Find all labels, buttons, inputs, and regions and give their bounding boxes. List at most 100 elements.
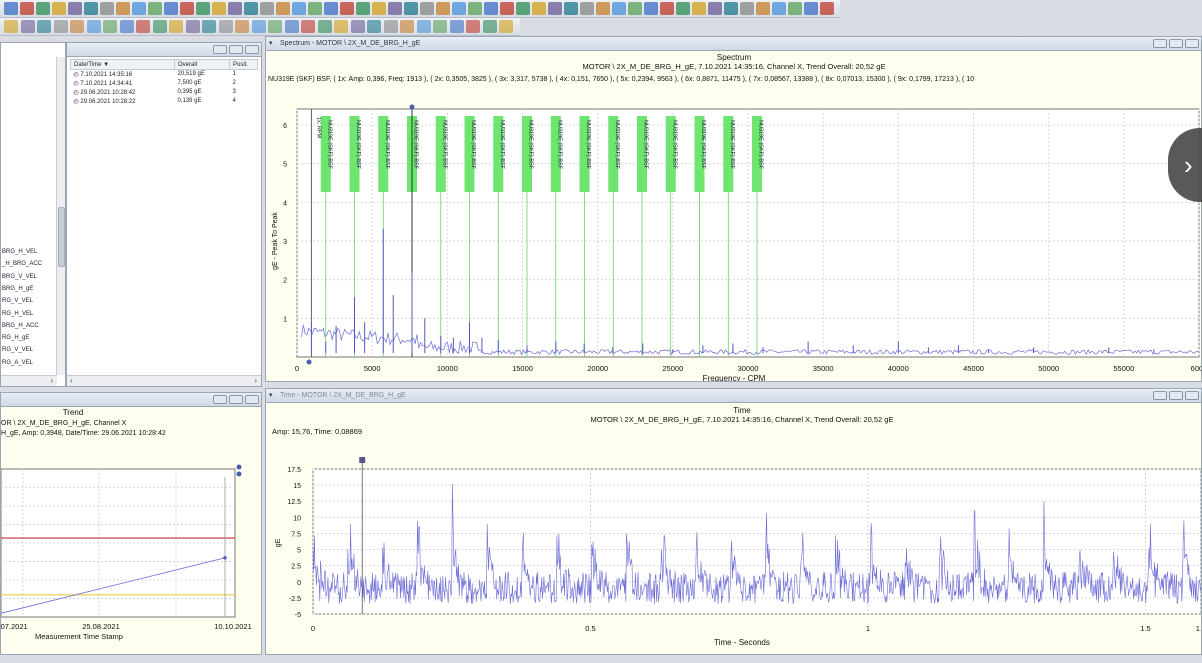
tree-node-item[interactable]: _H_BRG_ACC — [2, 261, 42, 267]
toolbar-tool-icon[interactable] — [152, 20, 167, 33]
toolbar-tool-icon[interactable] — [724, 2, 738, 15]
toolbar-tool-icon[interactable] — [367, 20, 381, 33]
toolbar-tool-icon[interactable] — [356, 2, 370, 15]
toolbar-tool-icon[interactable] — [772, 2, 786, 15]
toolbar-tool-icon[interactable] — [466, 20, 480, 33]
toolbar-tool-icon[interactable] — [260, 2, 274, 15]
toolbar-tool-icon[interactable] — [68, 2, 82, 15]
toolbar-tool-icon[interactable] — [644, 2, 658, 15]
toolbar-tool-icon[interactable] — [185, 20, 200, 33]
toolbar-tool-icon[interactable] — [86, 20, 101, 33]
toolbar-tool-icon[interactable] — [251, 20, 266, 33]
toolbar-tool-icon[interactable] — [84, 2, 98, 15]
minimize-button[interactable] — [213, 395, 227, 404]
toolbar-tool-icon[interactable] — [383, 20, 398, 33]
toolbar-tool-icon[interactable] — [196, 2, 210, 15]
toolbar-tool-icon[interactable] — [218, 20, 233, 33]
toolbar-tool-icon[interactable] — [548, 2, 562, 15]
toolbar-tool-icon[interactable] — [740, 2, 754, 15]
toolbar-tool-icon[interactable] — [433, 20, 447, 33]
toolbar-tool-icon[interactable] — [301, 20, 315, 33]
toolbar-tool-icon[interactable] — [334, 20, 348, 33]
toolbar-tool-icon[interactable] — [103, 20, 117, 33]
column-header-position[interactable]: Posit. — [229, 59, 258, 70]
toolbar-tool-icon[interactable] — [324, 2, 338, 15]
toolbar-tool-icon[interactable] — [400, 20, 414, 33]
toolbar-tool-icon[interactable] — [756, 2, 770, 15]
toolbar-tool-icon[interactable] — [388, 2, 402, 15]
maximize-button[interactable] — [229, 395, 243, 404]
toolbar-tool-icon[interactable] — [564, 2, 578, 15]
toolbar-tool-icon[interactable] — [268, 20, 282, 33]
toolbar-tool-icon[interactable] — [53, 20, 68, 33]
toolbar-tool-icon[interactable] — [169, 20, 183, 33]
table-row[interactable]: ◴ 29.06.2021 10:28:42 0,395 gE 3 — [71, 88, 258, 97]
toolbar-tool-icon[interactable] — [228, 2, 242, 15]
toolbar-tool-icon[interactable] — [4, 2, 18, 15]
toolbar-tool-icon[interactable] — [612, 2, 626, 15]
toolbar-tool-icon[interactable] — [132, 2, 146, 15]
close-button[interactable] — [245, 395, 259, 404]
toolbar-tool-icon[interactable] — [804, 2, 818, 15]
toolbar-tool-icon[interactable] — [676, 2, 690, 15]
tree-node-item[interactable]: BRG_V_VEL — [2, 274, 37, 280]
toolbar-tool-icon[interactable] — [20, 2, 34, 15]
toolbar-tool-icon[interactable] — [499, 20, 513, 33]
toolbar-tool-icon[interactable] — [202, 20, 216, 33]
toolbar-tool-icon[interactable] — [449, 20, 464, 33]
toolbar-tool-icon[interactable] — [212, 2, 226, 15]
toolbar-tool-icon[interactable] — [452, 2, 466, 15]
tree-scroll-thumb[interactable] — [58, 207, 65, 267]
toolbar-tool-icon[interactable] — [284, 20, 299, 33]
toolbar-tool-icon[interactable] — [484, 2, 498, 15]
toolbar-tool-icon[interactable] — [482, 20, 497, 33]
tree-node-item[interactable]: RG_V_VEL — [2, 347, 33, 353]
maximize-button[interactable] — [1169, 39, 1183, 48]
scroll-right-icon[interactable]: › — [50, 376, 53, 385]
tree-horizontal-scrollbar[interactable]: › — [1, 375, 57, 386]
toolbar-tool-icon[interactable] — [20, 20, 35, 33]
toolbar-tool-icon[interactable] — [52, 2, 66, 15]
minimize-button[interactable] — [1153, 39, 1167, 48]
toolbar-tool-icon[interactable] — [372, 2, 386, 15]
toolbar-tool-icon[interactable] — [820, 2, 834, 15]
tree-node-item[interactable]: BRG_H_VEL — [2, 249, 37, 255]
tree-node-item[interactable]: RG_A_VEL — [2, 360, 33, 366]
toolbar-tool-icon[interactable] — [420, 2, 434, 15]
toolbar-tool-icon[interactable] — [628, 2, 642, 15]
toolbar-tool-icon[interactable] — [180, 2, 194, 15]
toolbar-tool-icon[interactable] — [596, 2, 610, 15]
toolbar-tool-icon[interactable] — [36, 2, 50, 15]
tree-node-item[interactable]: RG_H_VEL — [2, 311, 33, 317]
toolbar-tool-icon[interactable] — [119, 20, 134, 33]
close-button[interactable] — [1185, 391, 1199, 400]
scroll-left-icon[interactable]: ‹ — [70, 376, 73, 385]
toolbar-tool-icon[interactable] — [708, 2, 722, 15]
toolbar-tool-icon[interactable] — [100, 2, 114, 15]
toolbar-tool-icon[interactable] — [244, 2, 258, 15]
toolbar-tool-icon[interactable] — [292, 2, 306, 15]
close-button[interactable] — [1185, 39, 1199, 48]
toolbar-tool-icon[interactable] — [404, 2, 418, 15]
scroll-right-icon[interactable]: › — [254, 376, 257, 385]
column-header-overall[interactable]: Overall — [174, 59, 230, 70]
toolbar-tool-icon[interactable] — [532, 2, 546, 15]
toolbar-tool-icon[interactable] — [788, 2, 802, 15]
toolbar-tool-icon[interactable] — [350, 20, 365, 33]
toolbar-tool-icon[interactable] — [436, 2, 450, 15]
close-button[interactable] — [245, 45, 259, 54]
toolbar-tool-icon[interactable] — [317, 20, 332, 33]
table-row[interactable]: ◴ 29.06.2021 10:28:22 0,139 gE 4 — [71, 97, 258, 106]
toolbar-tool-icon[interactable] — [308, 2, 322, 15]
toolbar-tool-icon[interactable] — [37, 20, 51, 33]
toolbar-tool-icon[interactable] — [276, 2, 290, 15]
table-row[interactable]: ◴ 7.10.2021 14:35:16 20,519 gE 1 — [71, 70, 258, 79]
toolbar-tool-icon[interactable] — [692, 2, 706, 15]
minimize-button[interactable] — [213, 45, 227, 54]
minimize-button[interactable] — [1153, 391, 1167, 400]
toolbar-tool-icon[interactable] — [660, 2, 674, 15]
toolbar-tool-icon[interactable] — [70, 20, 84, 33]
tree-node-item[interactable]: RG_H_gE — [2, 335, 29, 341]
toolbar-tool-icon[interactable] — [500, 2, 514, 15]
toolbar-tool-icon[interactable] — [148, 2, 162, 15]
